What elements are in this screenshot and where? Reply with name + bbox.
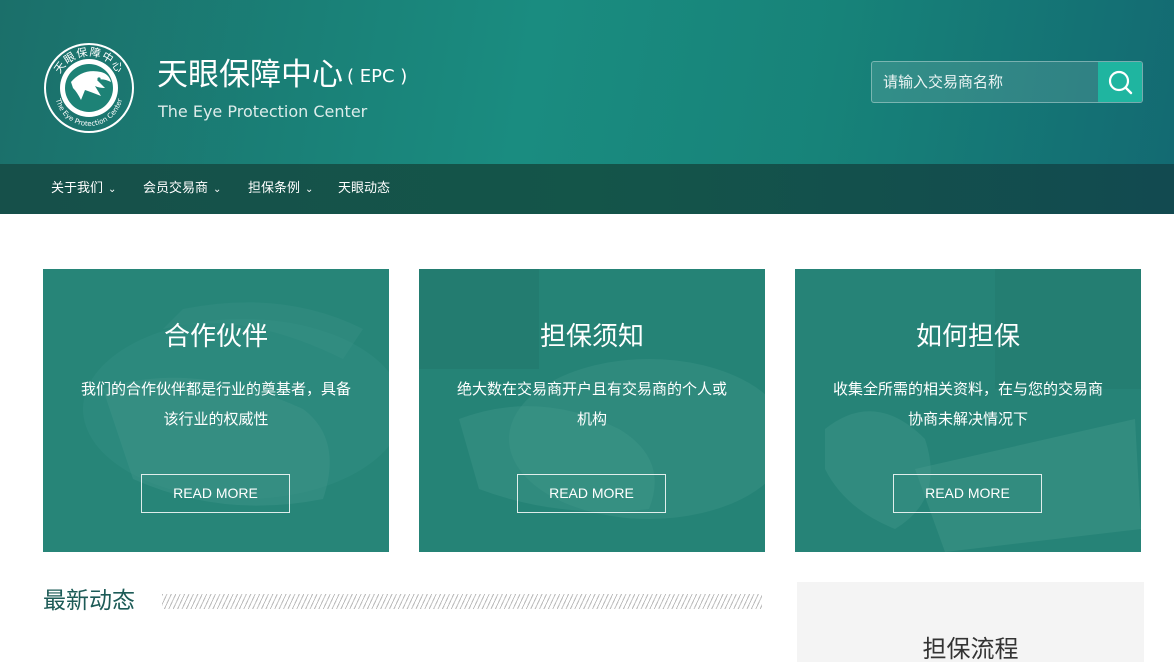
search-icon xyxy=(1108,70,1133,95)
site-title: 天眼保障中心( EPC ) xyxy=(157,56,407,96)
nav-item-regulations[interactable]: 担保条例 ⌄ xyxy=(248,164,313,214)
nav-item-about[interactable]: 关于我们 ⌄ xyxy=(51,164,116,214)
eagle-logo-icon: 天眼保障中心 The Eye Protection Center xyxy=(44,43,134,133)
site-title-text: 天眼保障中心 xyxy=(157,57,343,93)
news-section-title: 最新动态 xyxy=(43,588,135,614)
site-header: 天眼保障中心 The Eye Protection Center 天眼保障中心(… xyxy=(0,0,1174,164)
nav-item-label: 担保条例 xyxy=(248,181,301,196)
guarantee-process-panel: 担保流程 xyxy=(797,582,1144,663)
card-title: 如何担保 xyxy=(915,322,1020,352)
card-title: 担保须知 xyxy=(539,322,644,352)
main-nav: 关于我们 ⌄ 会员交易商 ⌄ 担保条例 ⌄ 天眼动态 xyxy=(0,164,1174,214)
chevron-down-icon: ⌄ xyxy=(108,184,117,195)
card-how-to: 如何担保 收集全所需的相关资料，在与您的交易商协商未解决情况下 READ MOR… xyxy=(795,269,1141,552)
nav-item-label: 关于我们 xyxy=(51,181,104,196)
section-divider xyxy=(162,594,762,609)
card-text: 绝大数在交易商开户且有交易商的个人或机构 xyxy=(456,380,727,428)
read-more-button[interactable]: READ MORE xyxy=(893,474,1042,513)
nav-item-news[interactable]: 天眼动态 xyxy=(338,164,390,214)
nav-item-members[interactable]: 会员交易商 ⌄ xyxy=(143,164,221,214)
read-more-button[interactable]: READ MORE xyxy=(517,474,666,513)
search-button[interactable] xyxy=(1098,62,1142,102)
card-title: 合作伙伴 xyxy=(163,322,268,352)
read-more-button[interactable]: READ MORE xyxy=(141,474,290,513)
card-text: 我们的合作伙伴都是行业的奠基者，具备该行业的权威性 xyxy=(80,380,351,428)
card-notice: 担保须知 绝大数在交易商开户且有交易商的个人或机构 READ MORE xyxy=(419,269,765,552)
nav-item-label: 天眼动态 xyxy=(338,181,391,196)
card-partners: 合作伙伴 我们的合作伙伴都是行业的奠基者，具备该行业的权威性 READ MORE xyxy=(43,269,389,552)
chevron-down-icon: ⌄ xyxy=(305,184,314,195)
search-input[interactable] xyxy=(872,62,1098,102)
site-title-abbr: ( EPC ) xyxy=(347,66,408,87)
site-subtitle: The Eye Protection Center xyxy=(158,102,368,121)
card-text: 收集全所需的相关资料，在与您的交易商协商未解决情况下 xyxy=(832,380,1103,428)
chevron-down-icon: ⌄ xyxy=(213,184,222,195)
site-logo[interactable]: 天眼保障中心 The Eye Protection Center xyxy=(43,42,135,134)
search-box xyxy=(871,61,1143,103)
nav-item-label: 会员交易商 xyxy=(143,181,209,196)
side-panel-title: 担保流程 xyxy=(922,635,1019,663)
